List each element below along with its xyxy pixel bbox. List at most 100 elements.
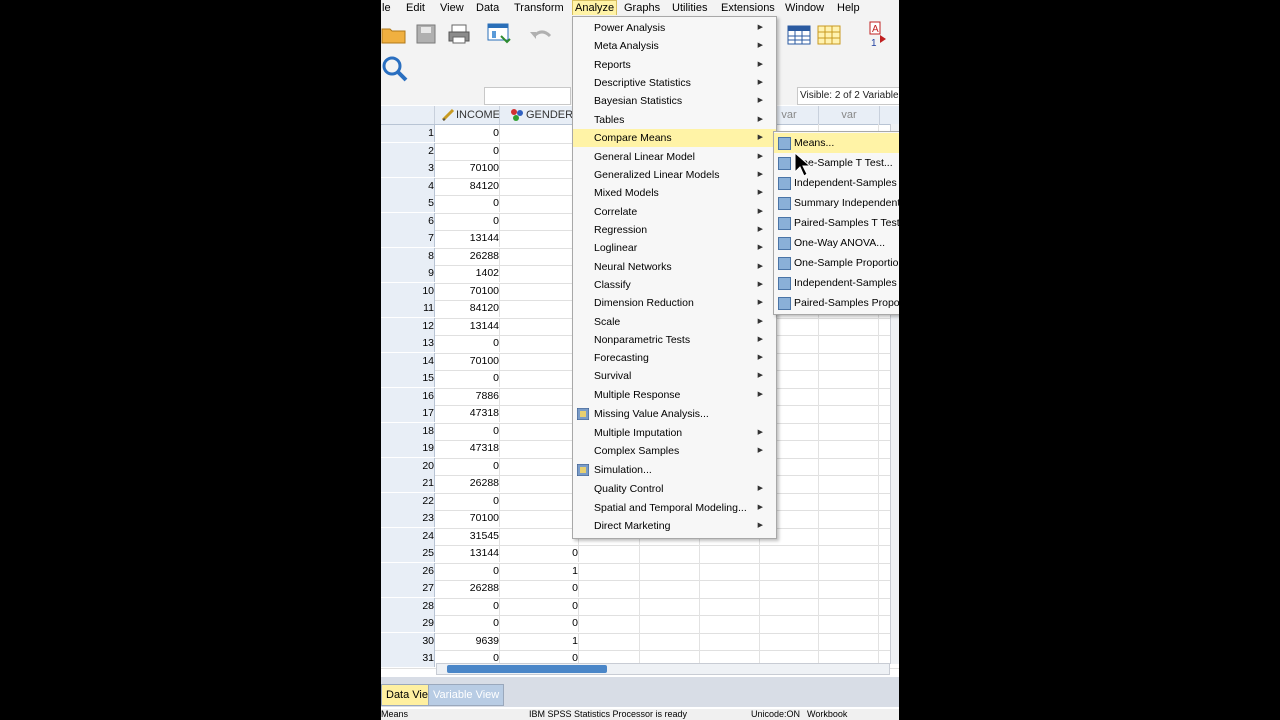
menu-item-generalized-linear-models[interactable]: Generalized Linear Models ▶ [573, 166, 776, 184]
row-number[interactable]: 1 [381, 125, 435, 142]
cell-gender[interactable]: 0 [500, 545, 579, 562]
row-number[interactable]: 19 [381, 440, 435, 457]
menu-item-multiple-imputation[interactable]: Multiple Imputation ▶ [573, 424, 776, 442]
cell-income[interactable]: 0 [435, 422, 500, 440]
row-number[interactable]: 29 [381, 615, 435, 632]
row-number[interactable]: 24 [381, 527, 435, 545]
cell-income[interactable]: 0 [435, 125, 500, 142]
menu-item-nonparametric-tests[interactable]: Nonparametric Tests ▶ [573, 331, 776, 349]
tab-variable-view[interactable]: Variable View [428, 684, 505, 706]
cell-gender[interactable]: 0 [500, 615, 579, 632]
value-labels-icon[interactable]: A 1 [869, 21, 887, 49]
cell-income[interactable]: 47318 [435, 405, 500, 422]
cell-income[interactable]: 0 [435, 335, 500, 352]
cell-income[interactable]: 13144 [435, 317, 500, 335]
cell-gender[interactable]: 0 [500, 580, 579, 597]
menu-utilities[interactable]: Utilities [672, 1, 707, 15]
cell-gender[interactable] [500, 230, 579, 247]
cell-gender[interactable] [500, 282, 579, 300]
menu-item-loglinear[interactable]: Loglinear ▶ [573, 239, 776, 257]
menu-item-direct-marketing[interactable]: Direct Marketing ▶ [573, 517, 776, 535]
cell-gender[interactable] [500, 527, 579, 545]
cell-income[interactable]: 0 [435, 142, 500, 160]
menu-item-forecasting[interactable]: Forecasting ▶ [573, 349, 776, 367]
menu-item-survival[interactable]: Survival ▶ [573, 367, 776, 385]
cell-income[interactable]: 0 [435, 457, 500, 475]
cell-gender[interactable] [500, 387, 579, 405]
data-grid-icon[interactable] [786, 24, 812, 46]
cell-income[interactable]: 13144 [435, 230, 500, 247]
row-number[interactable]: 11 [381, 300, 435, 317]
menu-item-meta-analysis[interactable]: Meta Analysis ▶ [573, 37, 776, 55]
menu-item-neural-networks[interactable]: Neural Networks ▶ [573, 258, 776, 276]
row-number[interactable]: 22 [381, 492, 435, 510]
menu-extensions[interactable]: Extensions [721, 1, 775, 15]
cell-income[interactable]: 0 [435, 195, 500, 212]
row-number[interactable]: 9 [381, 265, 435, 282]
submenu-item-one-sample-proportions[interactable]: One-Sample Proportions [774, 253, 899, 273]
menu-edit[interactable]: Edit [406, 1, 425, 15]
cell-gender[interactable] [500, 195, 579, 212]
menu-help[interactable]: Help [837, 1, 860, 15]
row-number[interactable]: 14 [381, 352, 435, 370]
row-number[interactable]: 2 [381, 142, 435, 160]
menu-item-descriptive-statistics[interactable]: Descriptive Statistics ▶ [573, 74, 776, 92]
undo-icon[interactable] [528, 26, 554, 44]
cell-gender[interactable] [500, 247, 579, 265]
menu-item-power-analysis[interactable]: Power Analysis ▶ [573, 19, 776, 37]
menu-window[interactable]: Window [785, 1, 824, 15]
save-icon[interactable] [415, 23, 437, 45]
row-number[interactable]: 10 [381, 282, 435, 300]
cell-gender[interactable] [500, 370, 579, 387]
cell-gender[interactable] [500, 352, 579, 370]
menu-item-classify[interactable]: Classify ▶ [573, 276, 776, 294]
cell-income[interactable]: 26288 [435, 580, 500, 597]
menu-item-general-linear-model[interactable]: General Linear Model ▶ [573, 148, 776, 166]
cell-income[interactable]: 0 [435, 492, 500, 510]
cell-income[interactable]: 84120 [435, 300, 500, 317]
submenu-item-means[interactable]: Means... [774, 133, 899, 153]
cell-income[interactable]: 0 [435, 597, 500, 615]
corner-cell[interactable] [381, 106, 435, 124]
menu-item-correlate[interactable]: Correlate ▶ [573, 203, 776, 221]
horizontal-scroll-thumb[interactable] [447, 665, 607, 673]
cell-income[interactable]: 13144 [435, 545, 500, 562]
recall-dialog-icon[interactable] [486, 22, 512, 46]
row-number[interactable]: 27 [381, 580, 435, 597]
column-header-gender[interactable]: GENDER [500, 106, 579, 124]
cell-income[interactable]: 0 [435, 562, 500, 580]
menu-analyze[interactable]: Analyze [571, 0, 618, 16]
row-number[interactable]: 7 [381, 230, 435, 247]
open-folder-icon[interactable] [381, 23, 407, 45]
cell-income[interactable]: 26288 [435, 247, 500, 265]
submenu-item-one-way-anova[interactable]: One-Way ANOVA... [774, 233, 899, 253]
cell-income[interactable]: 70100 [435, 160, 500, 177]
row-number[interactable]: 16 [381, 387, 435, 405]
row-number[interactable]: 21 [381, 475, 435, 492]
cell-gender[interactable] [500, 335, 579, 352]
menu-transform[interactable]: Transform [514, 1, 564, 15]
row-number[interactable]: 20 [381, 457, 435, 475]
menu-file[interactable]: le [382, 1, 391, 15]
cell-income[interactable]: 0 [435, 212, 500, 230]
menu-item-tables[interactable]: Tables ▶ [573, 111, 776, 129]
row-number[interactable]: 6 [381, 212, 435, 230]
cell-gender[interactable] [500, 265, 579, 282]
row-number[interactable]: 28 [381, 597, 435, 615]
cell-gender[interactable] [500, 440, 579, 457]
cell-gender[interactable] [500, 405, 579, 422]
column-header-var-2[interactable]: var [819, 106, 880, 124]
column-header-income[interactable]: INCOME [435, 106, 500, 124]
row-number[interactable]: 15 [381, 370, 435, 387]
menu-view[interactable]: View [440, 1, 464, 15]
menu-item-missing-value-analysis[interactable]: Missing Value Analysis... [573, 405, 776, 423]
row-number[interactable]: 26 [381, 562, 435, 580]
print-icon[interactable] [447, 23, 471, 45]
menu-item-complex-samples[interactable]: Complex Samples ▶ [573, 442, 776, 460]
submenu-item-independent-samples-p[interactable]: Independent-Samples P [774, 273, 899, 293]
cell-income[interactable]: 1402 [435, 265, 500, 282]
cell-gender[interactable] [500, 142, 579, 160]
menu-data[interactable]: Data [476, 1, 499, 15]
cell-income[interactable]: 9639 [435, 632, 500, 650]
row-number[interactable]: 12 [381, 317, 435, 335]
